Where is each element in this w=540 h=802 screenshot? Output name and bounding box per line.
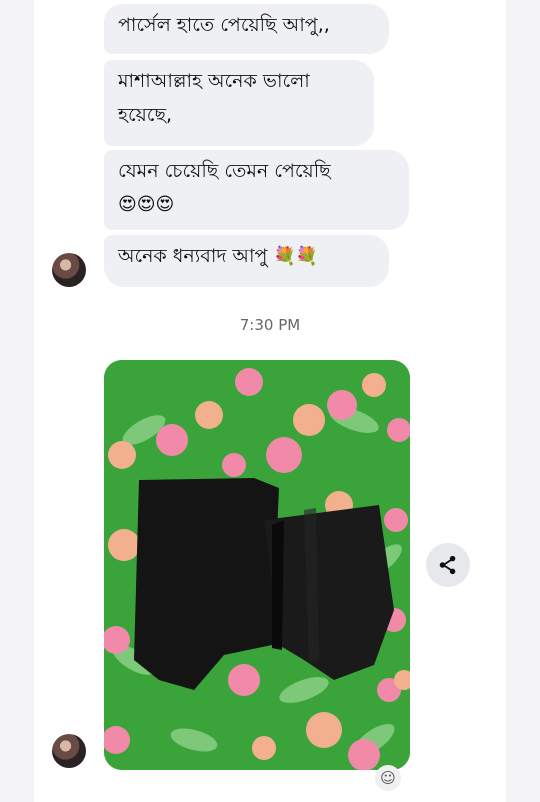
message-bubble[interactable]: পার্সেল হাতে পেয়েছি আপু,, — [104, 4, 389, 54]
share-icon — [439, 555, 456, 575]
photo-attachment[interactable] — [104, 360, 410, 770]
message-bubble[interactable]: অনেক ধন্যবাদ আপু 💐💐 — [104, 235, 389, 287]
avatar[interactable] — [52, 253, 86, 287]
product-photo — [104, 360, 410, 770]
message-bubble[interactable]: মাশাআল্লাহ অনেক ভালো হয়েছে, — [104, 60, 374, 146]
emoji-bouquet: 💐💐 — [273, 246, 319, 267]
message-bubble[interactable]: যেমন চেয়েছি তেমন পেয়েছি 😍😍😍 — [104, 150, 409, 230]
message-text: অনেক ধন্যবাদ আপু — [118, 245, 268, 267]
share-button[interactable] — [426, 543, 470, 587]
avatar[interactable] — [52, 734, 86, 768]
message-text: মাশাআল্লাহ অনেক ভালো — [118, 70, 310, 92]
add-reaction-icon: ☺ — [380, 769, 396, 787]
emoji-heart-eyes: 😍😍😍 — [118, 194, 175, 215]
add-reaction-button[interactable]: ☺ — [375, 765, 401, 791]
message-text: যেমন চেয়েছি তেমন পেয়েছি — [118, 160, 331, 182]
message-timestamp: 7:30 PM — [239, 316, 301, 334]
message-text: পার্সেল হাতে পেয়েছি আপু,, — [118, 14, 330, 36]
message-text: হয়েছে, — [118, 104, 172, 126]
